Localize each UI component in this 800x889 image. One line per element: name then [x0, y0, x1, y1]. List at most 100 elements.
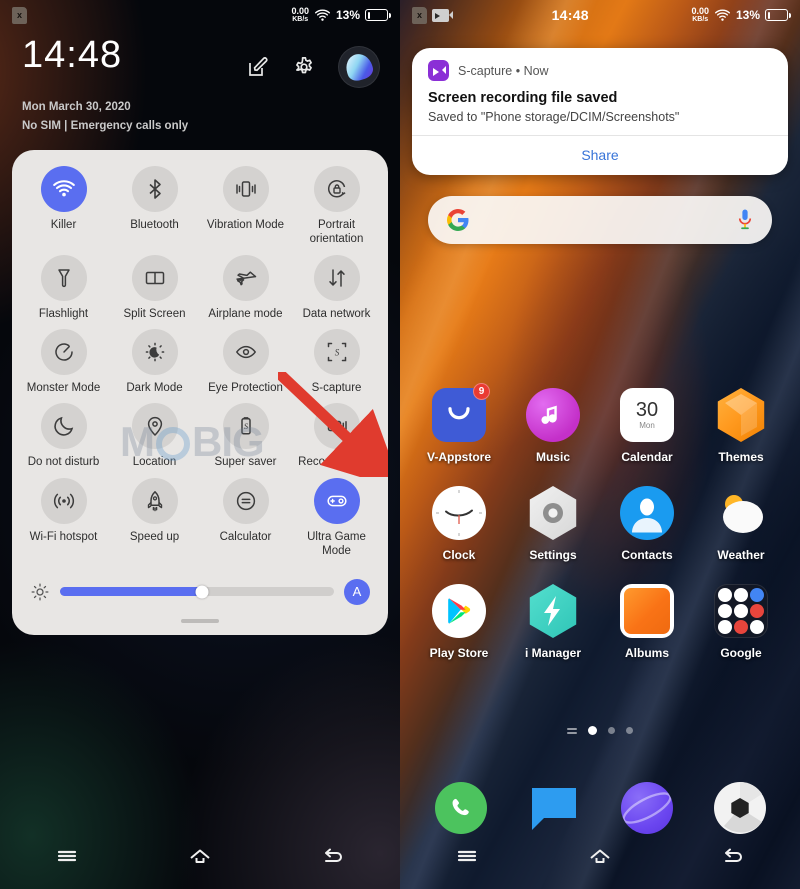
brightness-slider[interactable] — [60, 585, 334, 599]
wifi-icon — [314, 8, 330, 21]
right-nav-bar — [400, 823, 800, 889]
qs-tile-s-capture[interactable]: S S-capture — [291, 329, 382, 401]
microphone-icon[interactable] — [736, 208, 754, 232]
dual-screenshot-comparison: x 0.00 KB/s 13% 14:48 Mon March 30, 2020… — [0, 0, 800, 889]
edit-icon[interactable] — [246, 55, 270, 79]
app-label: Google — [720, 646, 762, 660]
qs-tile-wifi-hotspot[interactable]: Wi-Fi hotspot — [18, 477, 109, 565]
app-label: Play Store — [429, 646, 489, 660]
app-weather[interactable]: Weather — [694, 486, 788, 562]
qs-tile-data-network[interactable]: Data network — [291, 254, 382, 327]
screenshot-icon: S — [313, 329, 360, 376]
app-label: Albums — [624, 646, 669, 660]
page-dot[interactable] — [626, 727, 633, 734]
app-settings[interactable]: Settings — [506, 486, 600, 562]
network-speed-unit: KB/s — [692, 16, 709, 23]
qs-tile-calculator[interactable]: Calculator — [200, 477, 291, 565]
flashlight-icon — [40, 254, 87, 301]
quick-settings-panel: Killer Bluetooth Vibration Mode Portrait… — [12, 149, 388, 635]
sim-status-text: No SIM | Emergency calls only — [22, 119, 189, 132]
weather-icon — [714, 486, 768, 540]
page-dot[interactable] — [608, 727, 615, 734]
qs-tile-record-screen[interactable]: Record Screen — [291, 403, 382, 475]
qs-label: Data network — [302, 307, 371, 320]
quick-settings-grid: Killer Bluetooth Vibration Mode Portrait… — [18, 165, 382, 565]
qs-tile-monster-mode[interactable]: Monster Mode — [18, 329, 109, 401]
app-calendar[interactable]: 30 Mon Calendar — [600, 388, 694, 464]
qs-tile-super-saver[interactable]: S Super saver — [200, 403, 291, 475]
clock-icon — [432, 486, 486, 540]
brightness-slider-knob[interactable] — [195, 585, 209, 599]
network-speed-value: 0.00 — [691, 6, 709, 16]
app-albums[interactable]: Albums — [600, 584, 694, 660]
qs-label: Vibration Mode — [206, 218, 285, 231]
qs-tile-airplane-mode[interactable]: Airplane mode — [200, 254, 291, 327]
back-icon[interactable] — [716, 843, 750, 869]
google-folder-icon — [714, 584, 768, 638]
qs-tile-ultra-game-mode[interactable]: Ultra Game Mode — [291, 477, 382, 565]
wifi-icon — [40, 165, 87, 212]
app-v-appstore[interactable]: 9 V-Appstore — [412, 383, 506, 464]
qs-tile-flashlight[interactable]: Flashlight — [18, 254, 109, 327]
menu-icon[interactable] — [450, 843, 484, 869]
qs-tile-dark-mode[interactable]: Dark Mode — [109, 329, 200, 401]
app-label: Calendar — [621, 450, 673, 464]
app-contacts[interactable]: Contacts — [600, 486, 694, 562]
notification-badge: 9 — [473, 383, 490, 400]
split-screen-icon — [131, 254, 178, 301]
qs-label: Flashlight — [38, 307, 89, 320]
calendar-day: 30 — [635, 399, 659, 421]
qs-label: Monster Mode — [26, 382, 101, 395]
themes-icon — [717, 388, 765, 442]
qs-tile-speed-up[interactable]: Speed up — [109, 477, 200, 565]
app-google-folder[interactable]: Google — [694, 584, 788, 660]
qs-tile-killer[interactable]: Killer — [18, 165, 109, 253]
back-icon[interactable] — [316, 843, 350, 869]
svg-text:S: S — [243, 421, 248, 431]
avatar[interactable] — [338, 46, 380, 88]
qs-tile-eye-protection[interactable]: Eye Protection — [200, 329, 291, 401]
google-search-widget[interactable] — [428, 196, 772, 244]
app-themes[interactable]: Themes — [694, 388, 788, 464]
eye-protection-icon — [222, 329, 269, 376]
qs-tile-vibration-mode[interactable]: Vibration Mode — [200, 165, 291, 253]
left-phone-screen: x 0.00 KB/s 13% 14:48 Mon March 30, 2020… — [0, 0, 400, 889]
notification-card[interactable]: S-capture • Now Screen recording file sa… — [412, 48, 788, 175]
contacts-icon — [620, 486, 674, 540]
app-music[interactable]: Music — [506, 388, 600, 464]
game-mode-icon — [313, 477, 360, 524]
left-nav-bar — [0, 823, 400, 889]
app-play-store[interactable]: Play Store — [412, 584, 506, 660]
monster-mode-icon — [40, 329, 87, 376]
app-clock[interactable]: Clock — [412, 486, 506, 562]
battery-percent-label: 13% — [735, 8, 760, 22]
app-label: i Manager — [524, 646, 581, 660]
app-label: Themes — [718, 450, 764, 464]
auto-brightness-button[interactable]: A — [344, 578, 370, 605]
s-capture-icon — [428, 60, 449, 81]
settings-icon — [529, 486, 577, 540]
right-status-bar: x 14:48 0.00 KB/s 13% — [400, 0, 800, 30]
menu-icon[interactable] — [50, 843, 84, 869]
qs-tile-do-not-disturb[interactable]: Do not disturb — [18, 403, 109, 475]
hotspot-icon — [40, 477, 87, 524]
qs-tile-portrait-orientation[interactable]: Portrait orientation — [291, 165, 382, 253]
screen-record-icon — [432, 8, 453, 22]
all-apps-indicator-icon[interactable] — [567, 727, 577, 734]
qs-tile-bluetooth[interactable]: Bluetooth — [109, 165, 200, 253]
qs-label: Speed up — [129, 530, 180, 543]
avatar-drop-icon — [342, 50, 376, 84]
panel-drag-handle[interactable] — [181, 618, 219, 623]
qs-label: Record Screen — [298, 456, 375, 469]
svg-text:S: S — [334, 348, 339, 358]
gear-icon[interactable] — [292, 55, 316, 79]
home-icon[interactable] — [583, 843, 617, 869]
home-icon[interactable] — [183, 843, 217, 869]
app-i-manager[interactable]: i Manager — [506, 584, 600, 660]
qs-tile-location[interactable]: Location — [109, 403, 200, 475]
qs-tile-split-screen[interactable]: Split Screen — [109, 254, 200, 327]
share-button[interactable]: Share — [428, 136, 772, 175]
page-dot[interactable] — [588, 726, 597, 735]
airplane-icon — [222, 254, 269, 301]
calendar-weekday: Mon — [639, 421, 655, 430]
